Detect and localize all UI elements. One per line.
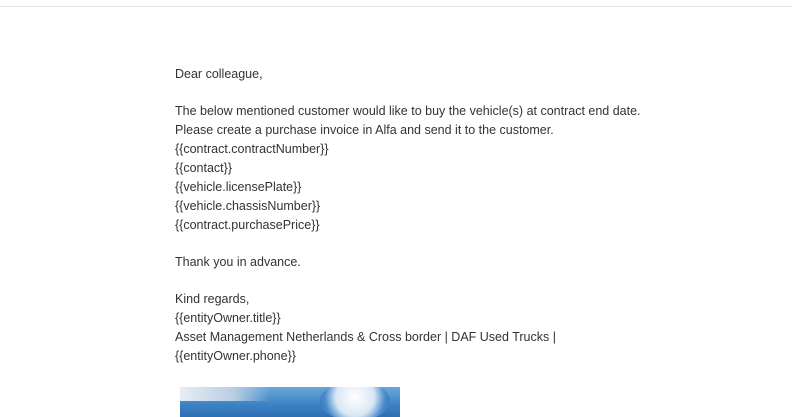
email-greeting: Dear colleague, (175, 67, 263, 81)
placeholder-contact: {{contact}} (175, 161, 233, 175)
email-closing: Kind regards, (175, 292, 250, 306)
email-paragraph-line: The below mentioned customer would like … (175, 104, 641, 118)
signature-title: {{entityOwner.title}} (175, 311, 281, 325)
email-body: Dear colleague, The below mentioned cust… (175, 65, 775, 366)
signature-phone: {{entityOwner.phone}} (175, 349, 296, 363)
banner-sky (180, 387, 270, 401)
email-paragraph-line: Please create a purchase invoice in Alfa… (175, 123, 554, 137)
placeholder-chassis-number: {{vehicle.chassisNumber}} (175, 199, 321, 213)
signature-banner-image (180, 387, 400, 417)
placeholder-license-plate: {{vehicle.licensePlate}} (175, 180, 302, 194)
top-divider (0, 6, 792, 7)
signature-department: Asset Management Netherlands & Cross bor… (175, 330, 556, 344)
placeholder-purchase-price: {{contract.purchasePrice}} (175, 218, 320, 232)
banner-logo-disc (320, 387, 390, 417)
placeholder-contract-number: {{contract.contractNumber}} (175, 142, 329, 156)
email-thanks: Thank you in advance. (175, 255, 301, 269)
